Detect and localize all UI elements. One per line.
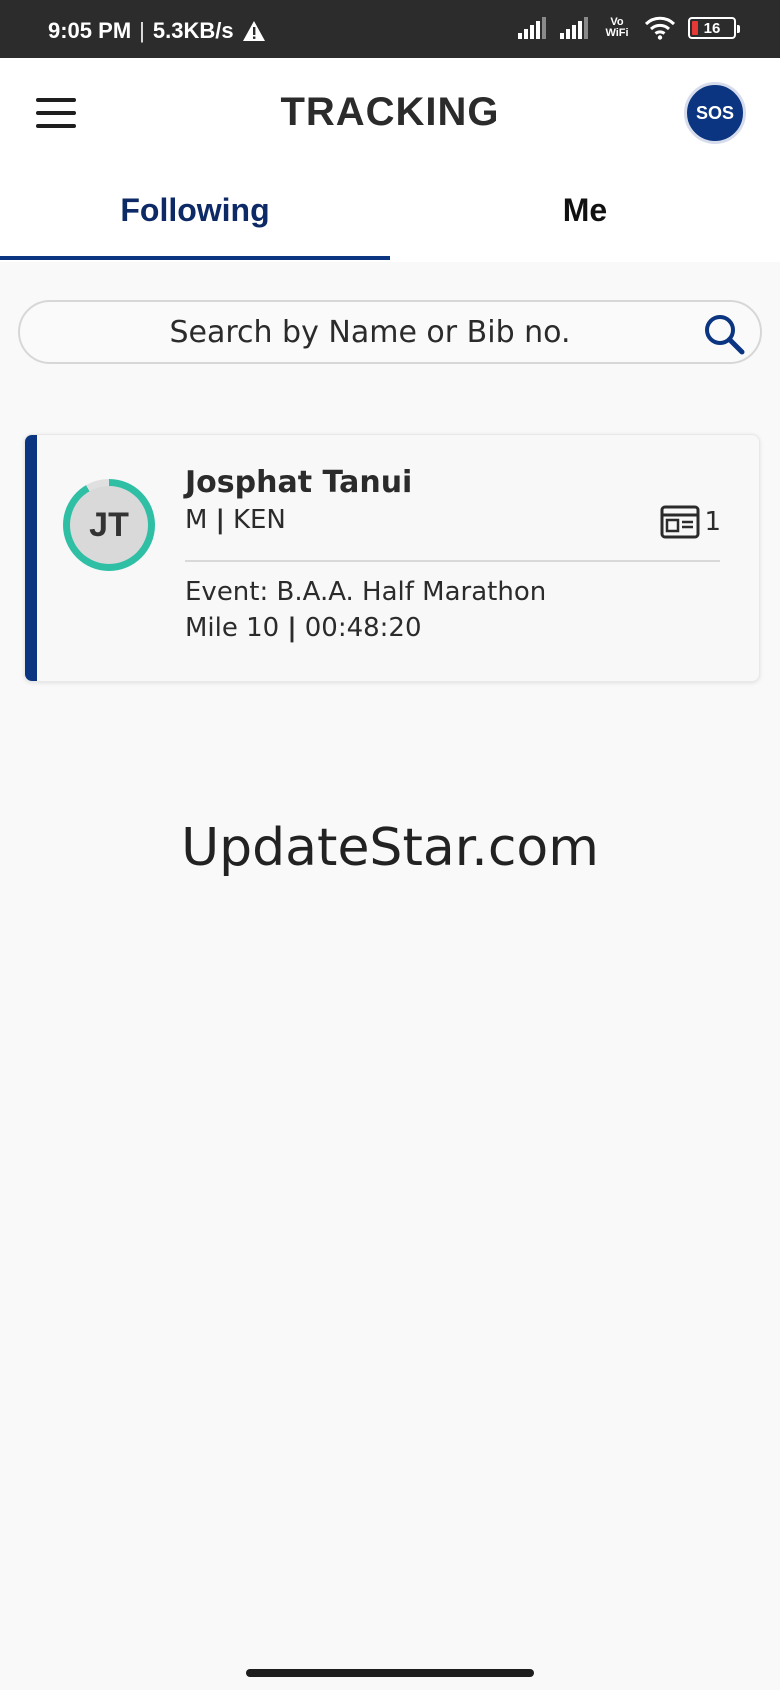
- status-separator: |: [139, 18, 145, 43]
- avatar: JT: [63, 479, 155, 571]
- wifi-icon: [644, 16, 676, 40]
- tab-me[interactable]: Me: [390, 168, 780, 262]
- battery-icon: 16: [688, 17, 740, 39]
- event-name: Event: B.A.A. Half Marathon: [185, 577, 547, 607]
- sos-button[interactable]: SOS: [684, 82, 746, 144]
- battery-fill: [692, 21, 698, 35]
- bib-card-icon: [660, 505, 700, 539]
- watermark: UpdateStar.com: [181, 818, 599, 878]
- avatar-initials: JT: [70, 486, 148, 564]
- runner-progress: Mile 10 | 00:48:20: [185, 613, 422, 643]
- status-right: Vo WiFi 16: [518, 16, 740, 40]
- battery-level: 16: [703, 19, 721, 37]
- page-title: TRACKING: [280, 90, 500, 134]
- search-icon[interactable]: [702, 312, 746, 356]
- network-speed: 5.3KB/s: [152, 18, 234, 43]
- tab-following[interactable]: Following: [0, 168, 390, 262]
- clock: 9:05 PM: [48, 18, 132, 43]
- vowifi-label: Vo WiFi: [605, 16, 629, 39]
- home-indicator[interactable]: [246, 1669, 534, 1677]
- search-input[interactable]: [20, 302, 760, 362]
- bib-indicator: 1: [660, 505, 721, 539]
- warning-icon: [242, 21, 265, 41]
- bib-count: 1: [704, 507, 721, 537]
- runner-gender: M: [185, 505, 208, 535]
- runner-name: Josphat Tanui: [185, 465, 413, 500]
- status-bar: 9:05 PM | 5.3KB/s Vo WiFi 16: [0, 0, 780, 58]
- status-left: 9:05 PM | 5.3KB/s: [48, 18, 266, 44]
- card-accent-bar: [25, 435, 37, 681]
- meta-separator: |: [215, 505, 225, 535]
- runner-meta: M | KEN: [185, 505, 286, 535]
- app-header: TRACKING SOS: [0, 58, 780, 168]
- card-divider: [185, 560, 720, 562]
- signal-icon: [560, 17, 588, 39]
- runner-country: KEN: [232, 505, 286, 535]
- runner-card[interactable]: JT Josphat Tanui M | KEN 1 Event: B.A.A. H…: [24, 434, 760, 682]
- runner-time: 00:48:20: [304, 613, 422, 643]
- search-bar: [18, 300, 762, 364]
- tab-bar: Following Me: [0, 168, 780, 262]
- signal-icon: [518, 17, 546, 39]
- runner-mile: Mile 10: [185, 613, 280, 643]
- progress-separator: |: [287, 613, 297, 643]
